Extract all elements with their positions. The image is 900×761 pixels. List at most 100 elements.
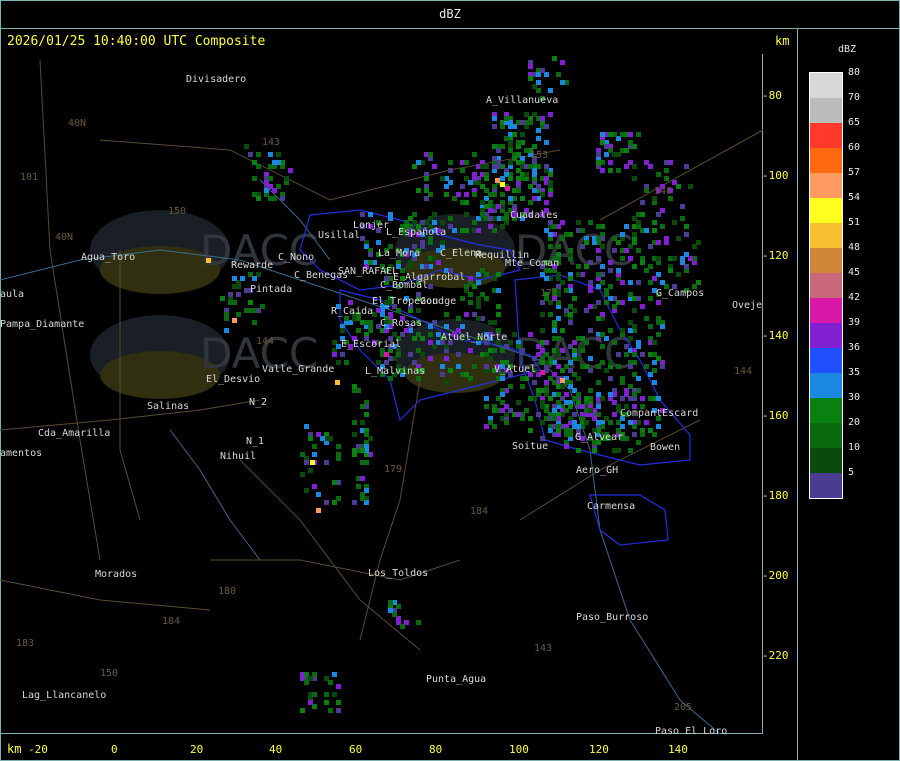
x-tick-label: 40 [269,743,283,756]
echo-pixel [336,360,341,365]
place-label: Atuel_Norte [441,332,507,343]
echo-pixel [556,272,561,277]
echo-pixel [420,336,425,341]
echo-pixel [412,336,417,341]
echo-pixel [236,292,241,297]
echo-pixel [332,480,337,485]
echo-pixel [644,316,649,321]
echo-pixel [632,264,637,269]
echo-pixel [648,296,653,301]
echo-pixel [608,376,613,381]
place-label: Los_Toldos [368,568,428,579]
echo-pixel [448,224,453,229]
echo-pixel [376,240,381,245]
echo-pixel [568,360,573,365]
echo-pixel [368,436,373,441]
echo-pixel [508,196,513,201]
echo-pixel [440,176,445,181]
echo-pixel [628,132,633,137]
echo-pixel-strong [384,352,389,357]
echo-pixel [584,240,589,245]
echo-pixel [388,312,393,317]
echo-pixel [404,620,409,625]
place-label: Carmensa [587,501,635,512]
echo-pixel [472,192,477,197]
echo-pixel [416,308,421,313]
echo-pixel [520,120,525,125]
echo-pixel [440,372,445,377]
echo-pixel [680,260,685,265]
dbz-legend-labels: 80 70 65 60 57 54 51 48 45 42 39 36 35 30 20 10 5 [848,66,860,491]
echo-pixel [648,324,653,329]
echo-pixel [492,228,497,233]
echo-pixel [596,224,601,229]
echo-pixel [604,300,609,305]
route-number: 184 [162,616,180,627]
echo-pixel [560,80,565,85]
echo-pixel [224,312,229,317]
echo-pixel [516,176,521,181]
echo-pixel [412,360,417,365]
echo-pixel [548,396,553,401]
echo-pixel [260,304,265,309]
echo-pixel [312,692,317,697]
echo-pixel [608,160,613,165]
echo-pixel [476,296,481,301]
echo-pixel [276,152,281,157]
echo-pixel [504,116,509,121]
radar-map-canvas[interactable]: DACC DACC DACC DACC DivisaderoA_Villanue… [0,54,763,734]
echo-pixel [468,276,473,281]
place-label: Nihuil [220,451,256,462]
echo-pixel [488,216,493,221]
echo-pixel [388,608,393,613]
echo-pixel [432,220,437,225]
echo-pixel [620,328,625,333]
echo-pixel [628,364,633,369]
echo-pixel [560,384,565,389]
echo-pixel [272,160,277,165]
echo-pixel [612,152,617,157]
echo-pixel [492,116,497,121]
echo-pixel [552,328,557,333]
echo-pixel [648,244,653,249]
echo-pixel [548,244,553,249]
echo-pixel [600,264,605,269]
echo-pixel [548,180,553,185]
echo-pixel [540,312,545,317]
echo-pixel [448,368,453,373]
echo-pixel [524,112,529,117]
echo-pixel [540,360,545,365]
echo-pixel [332,672,337,677]
legend-divider [797,28,798,761]
place-label: L_Española [386,227,446,238]
echo-pixel [652,340,657,345]
echo-pixel [528,332,533,337]
legend-label: 39 [848,317,861,328]
echo-pixel [460,296,465,301]
echo-pixel [612,448,617,453]
echo-pixel [288,168,293,173]
echo-pixel [528,428,533,433]
echo-pixel [616,268,621,273]
echo-pixel [516,140,521,145]
place-label: La_Mora [378,248,420,259]
y-tick-label: -80 [762,89,782,102]
echo-pixel [472,152,477,157]
echo-pixel [620,424,625,429]
echo-pixel [664,176,669,181]
radar-map[interactable]: DACC DACC DACC DACC Divisadero A_Villanu… [0,54,763,734]
echo-pixel [632,352,637,357]
echo-pixel [324,500,329,505]
echo-pixel [652,432,657,437]
legend-swatch [810,473,842,498]
place-label: Mte_Coman [505,258,559,269]
legend-swatch [810,373,842,398]
echo-pixel [616,364,621,369]
echo-pixel [496,288,501,293]
echo-pixel [592,448,597,453]
echo-pixel [528,416,533,421]
echo-pixel [656,396,661,401]
echo-pixel [632,164,637,169]
legend-swatch [810,223,842,248]
echo-pixel [608,168,613,173]
